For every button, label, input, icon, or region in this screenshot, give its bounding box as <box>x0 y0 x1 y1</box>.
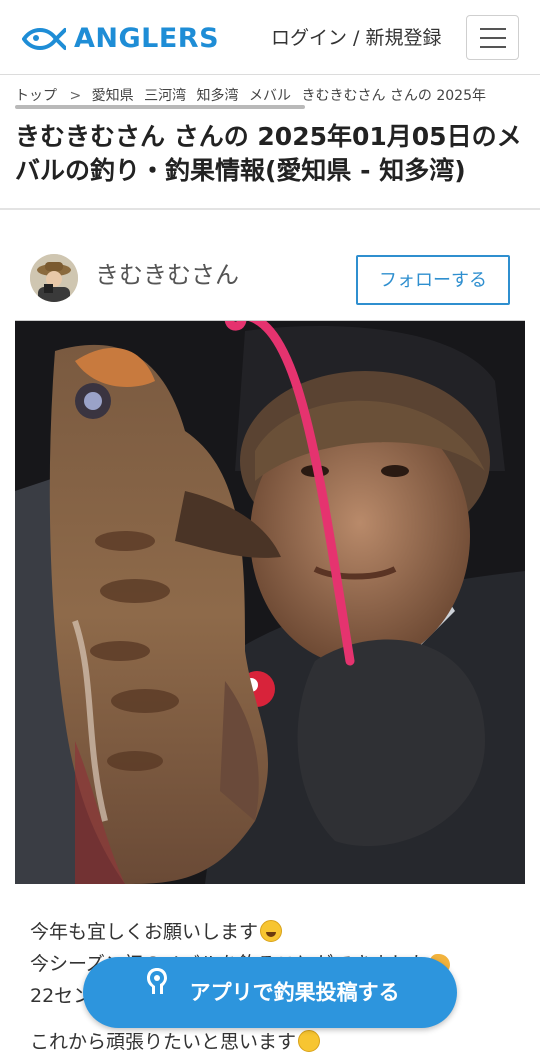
fish-logo-icon <box>22 28 66 50</box>
avatar[interactable] <box>30 254 78 302</box>
page-title: きむきむさん さんの 2025年01月05日のメバルの釣り・釣果情報(愛知県 -… <box>15 122 522 185</box>
grin-emoji-icon <box>298 1030 321 1052</box>
post-line: これから頑張りたいと思います <box>30 1026 520 1057</box>
catch-photo-image <box>15 321 525 884</box>
divider <box>0 208 540 210</box>
breadcrumb-current: きむきむさん さんの 2025年 <box>301 88 486 104</box>
site-header: ANGLERS ログイン / 新規登録 <box>0 0 540 75</box>
post-line: 今年も宜しくお願いします <box>30 916 520 948</box>
breadcrumb-area[interactable]: 三河湾 <box>144 86 186 106</box>
post-text: これから頑張りたいと思います <box>30 1031 297 1053</box>
menu-bar <box>480 37 506 39</box>
avatar-image <box>30 254 78 302</box>
anglers-logo[interactable]: ANGLERS <box>22 22 219 56</box>
hamburger-menu-button[interactable] <box>466 15 519 60</box>
breadcrumb-spot[interactable]: 知多湾 <box>197 86 239 106</box>
app-post-label: アプリで釣果投稿する <box>189 980 400 1005</box>
catch-photo[interactable] <box>15 321 525 884</box>
follow-button[interactable]: フォローする <box>356 255 510 305</box>
breadcrumb-top[interactable]: トップ <box>15 86 57 106</box>
breadcrumb-prefecture[interactable]: 愛知県 <box>92 86 134 106</box>
breadcrumb-fish[interactable]: メバル <box>249 86 291 106</box>
breadcrumb-separator: > <box>69 88 82 104</box>
username[interactable]: きむきむさん <box>95 258 239 292</box>
breadcrumb-scrollbar[interactable] <box>15 105 305 109</box>
login-register-link[interactable]: ログイン / 新規登録 <box>271 24 441 52</box>
menu-bar <box>480 46 506 48</box>
app-post-button[interactable]: アプリで釣果投稿する <box>83 957 457 1028</box>
smile-emoji-icon <box>260 920 283 942</box>
post-text: 今年も宜しくお願いします <box>30 921 259 943</box>
angler-hook-icon <box>140 956 174 1027</box>
menu-bar <box>480 28 506 30</box>
logo-text: ANGLERS <box>74 23 220 54</box>
